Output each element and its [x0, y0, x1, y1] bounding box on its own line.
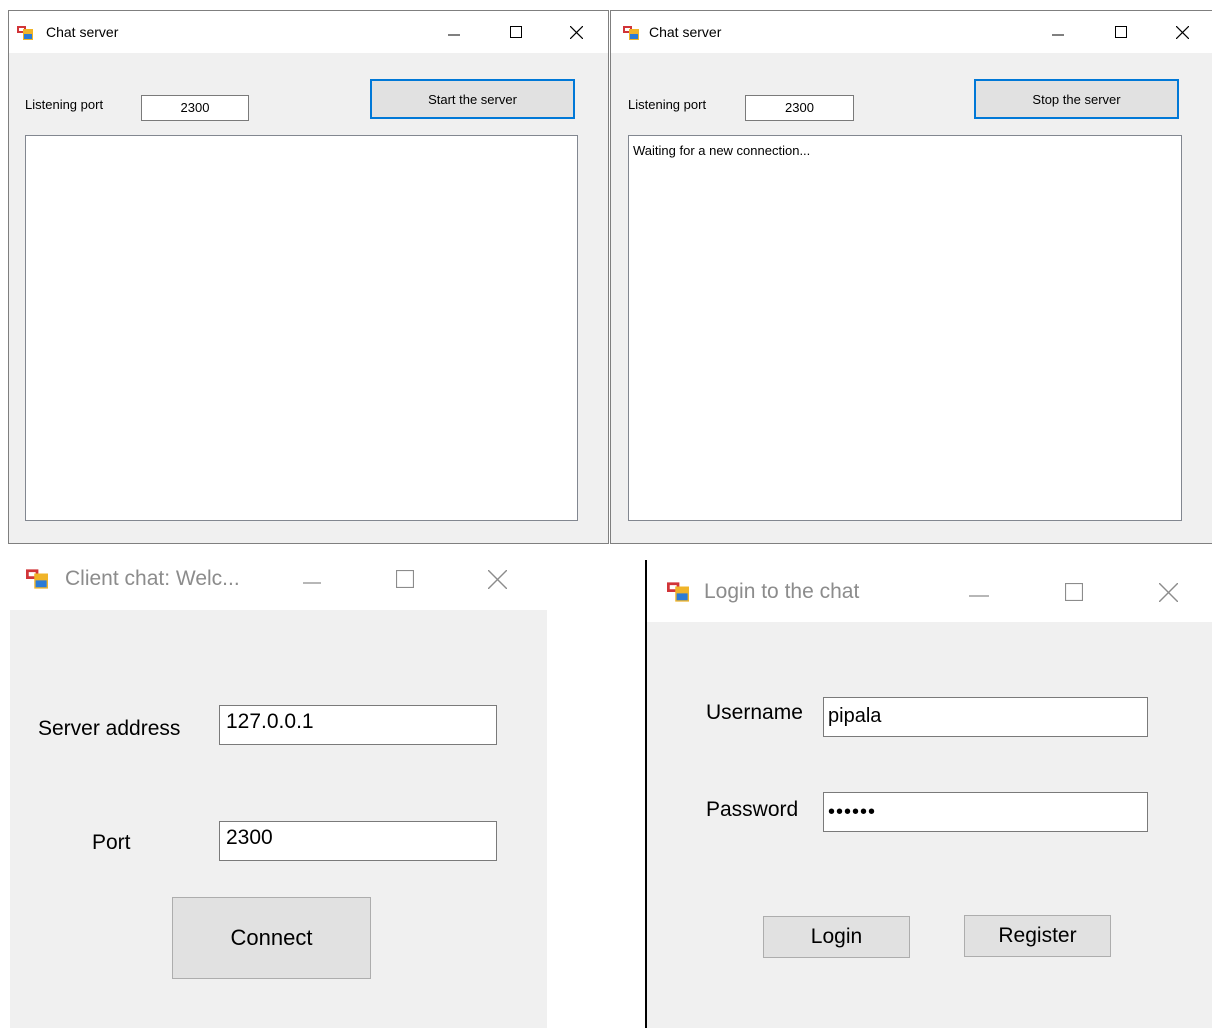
app-form-icon [26, 568, 48, 590]
maximize-icon[interactable] [1106, 21, 1136, 43]
server-address-label: Server address [38, 717, 181, 740]
port-input[interactable]: 2300 [141, 95, 249, 121]
server-log[interactable]: Waiting for a new connection... [628, 135, 1182, 521]
minimize-icon[interactable] [439, 21, 469, 43]
port-input[interactable]: 2300 [219, 821, 497, 861]
close-icon[interactable] [1151, 577, 1185, 607]
start-server-button[interactable]: Start the server [370, 79, 575, 119]
maximize-icon[interactable] [1057, 577, 1091, 607]
app-form-icon [623, 25, 639, 41]
listening-port-label: Listening port [25, 97, 104, 112]
port-label: Port [92, 831, 131, 854]
password-label: Password [706, 798, 799, 821]
server-log[interactable] [25, 135, 578, 521]
title-bar: Client chat: Welc... [10, 548, 547, 610]
title-bar: Chat server [611, 11, 1212, 53]
port-input[interactable]: 2300 [745, 95, 854, 121]
username-label: Username [706, 701, 803, 724]
window-title: Login to the chat [704, 580, 860, 603]
app-form-icon [667, 581, 689, 603]
password-input[interactable]: •••••• [823, 792, 1148, 832]
client-window: Client chat: Welc... Server address 127.… [10, 548, 547, 1028]
minimize-icon[interactable] [962, 577, 996, 607]
window-title: Chat server [649, 24, 722, 40]
username-input[interactable]: pipala [823, 697, 1148, 737]
close-icon[interactable] [561, 21, 591, 43]
login-window: Login to the chat Username pipala Passwo… [647, 560, 1212, 1028]
register-button[interactable]: Register [964, 915, 1111, 957]
minimize-icon[interactable] [295, 564, 329, 594]
title-bar: Chat server [9, 11, 608, 53]
window-title: Chat server [46, 24, 119, 40]
close-icon[interactable] [1167, 21, 1197, 43]
login-button[interactable]: Login [763, 916, 910, 958]
minimize-icon[interactable] [1043, 21, 1073, 43]
close-icon[interactable] [480, 564, 514, 594]
listening-port-label: Listening port [628, 97, 707, 112]
window-title: Client chat: Welc... [65, 567, 240, 590]
maximize-icon[interactable] [501, 21, 531, 43]
connect-button[interactable]: Connect [172, 897, 371, 979]
app-form-icon [17, 25, 33, 41]
maximize-icon[interactable] [388, 564, 422, 594]
title-bar: Login to the chat [647, 560, 1212, 622]
server-window-start: Chat server Listening port 2300 Start th… [8, 10, 609, 544]
server-window-stop: Chat server Listening port 2300 Stop the… [610, 10, 1212, 544]
stop-server-button[interactable]: Stop the server [974, 79, 1179, 119]
server-address-input[interactable]: 127.0.0.1 [219, 705, 497, 745]
